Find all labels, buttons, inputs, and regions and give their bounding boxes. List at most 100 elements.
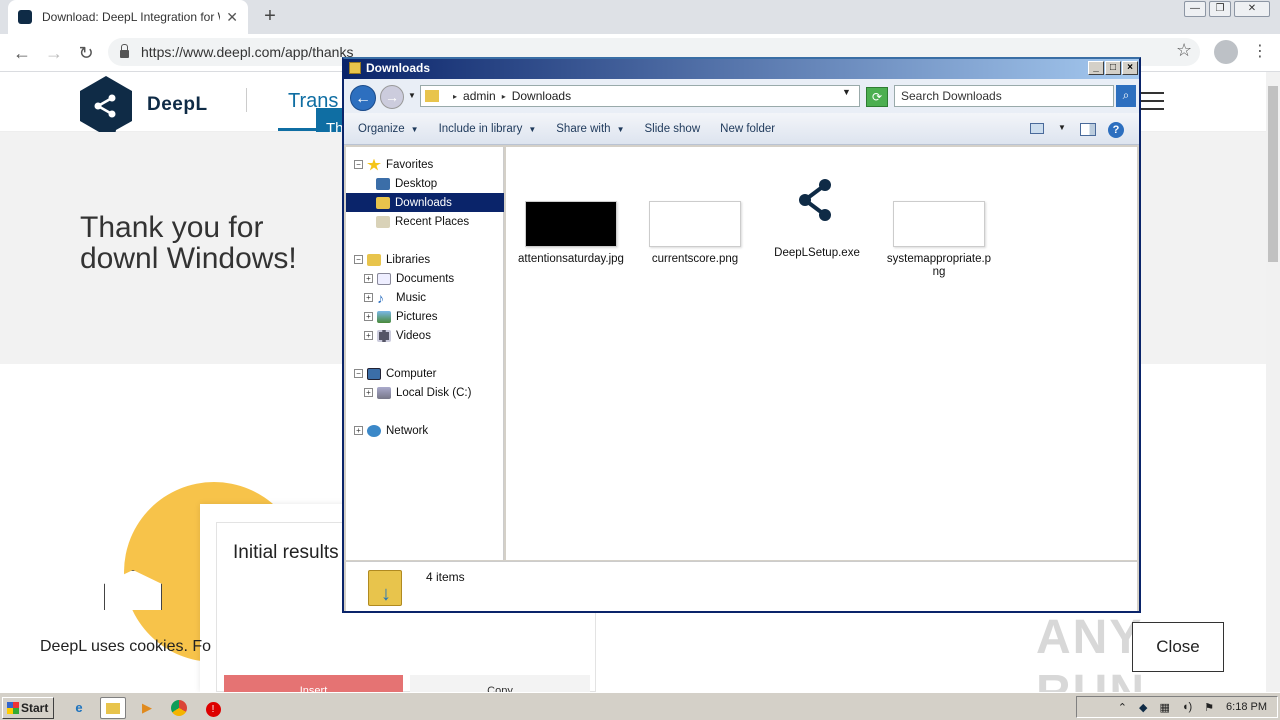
expand-toggle-icon[interactable]: + xyxy=(364,312,373,321)
volume-icon[interactable]: ◖) xyxy=(1182,701,1192,713)
collapse-toggle-icon[interactable]: − xyxy=(354,369,363,378)
explorer-minimize-button[interactable]: _ xyxy=(1088,61,1104,75)
tab-title: Download: DeepL Integration for Wi xyxy=(42,10,221,24)
browser-menu-icon[interactable]: ⋮ xyxy=(1252,40,1268,64)
explorer-search-input[interactable]: Search Downloads xyxy=(894,85,1114,107)
folder-icon xyxy=(425,90,439,102)
breadcrumb-admin[interactable]: admin xyxy=(463,89,496,103)
explorer-back-button[interactable]: ← xyxy=(350,85,376,111)
brand-name[interactable]: DeepL xyxy=(147,94,208,116)
image-thumbnail xyxy=(893,201,985,247)
file-item[interactable]: systemappropriate.png xyxy=(884,201,994,279)
tree-item-network[interactable]: + Network xyxy=(346,421,504,440)
preview-pane-icon[interactable] xyxy=(1080,123,1096,136)
insert-button[interactable]: Insert xyxy=(224,675,403,692)
deepl-tray-icon[interactable]: ◆ xyxy=(1139,701,1147,714)
tree-label: Local Disk (C:) xyxy=(396,386,472,399)
expand-toggle-icon[interactable]: + xyxy=(364,293,373,302)
bookmark-star-icon[interactable]: ☆ xyxy=(1176,40,1192,61)
copy-button[interactable]: Copy xyxy=(410,675,590,692)
change-view-icon[interactable] xyxy=(1030,123,1044,134)
explorer-taskbar-icon[interactable] xyxy=(100,697,126,719)
tree-label: Documents xyxy=(396,272,455,285)
reload-button[interactable]: ↻ xyxy=(74,41,98,65)
tree-item-computer[interactable]: − Computer xyxy=(346,364,504,383)
new-tab-button[interactable]: + xyxy=(258,4,282,28)
media-player-icon[interactable]: ▶ xyxy=(134,697,160,719)
window-minimize-button[interactable]: — xyxy=(1184,1,1206,17)
profile-avatar-icon[interactable] xyxy=(1214,40,1238,64)
expand-toggle-icon[interactable]: + xyxy=(364,331,373,340)
image-thumbnail xyxy=(649,201,741,247)
internet-explorer-icon[interactable]: e xyxy=(66,697,92,719)
tree-item-videos[interactable]: + Videos xyxy=(346,326,504,345)
refresh-icon[interactable]: ⟳ xyxy=(866,87,888,107)
share-with-menu[interactable]: Share with ▼ xyxy=(556,123,624,135)
window-close-button[interactable]: ✕ xyxy=(1234,1,1270,17)
file-name: systemappropriate.png xyxy=(886,253,992,278)
explorer-titlebar[interactable]: Downloads xyxy=(344,59,1139,79)
file-item[interactable]: attentionsaturday.jpg xyxy=(516,201,626,266)
collapse-toggle-icon[interactable]: − xyxy=(354,160,363,169)
cookie-close-button[interactable]: Close xyxy=(1132,622,1224,672)
clock[interactable]: 6:18 PM xyxy=(1226,701,1267,713)
view-dropdown-icon[interactable]: ▼ xyxy=(1058,123,1066,132)
tree-item-libraries[interactable]: − Libraries xyxy=(346,250,504,269)
tree-item-pictures[interactable]: + Pictures xyxy=(346,307,504,326)
breadcrumb-arrow-icon[interactable]: ▸ xyxy=(453,92,457,101)
slide-show-button[interactable]: Slide show xyxy=(645,123,701,135)
explorer-address-bar[interactable]: ▸ admin ▸ Downloads xyxy=(420,85,860,107)
hamburger-menu-icon[interactable] xyxy=(1140,92,1164,110)
explorer-close-button[interactable]: × xyxy=(1122,61,1138,75)
recent-pages-dropdown-icon[interactable]: ▼ xyxy=(408,91,416,100)
deepl-logo-icon[interactable] xyxy=(80,76,132,140)
file-name: currentscore.png xyxy=(651,253,739,265)
navigation-pane: − Favorites Desktop Downloads Recent Plac… xyxy=(346,147,504,560)
start-button[interactable]: Start xyxy=(2,697,54,719)
stop-icon[interactable]: ! xyxy=(200,697,226,719)
computer-icon xyxy=(367,367,381,380)
chrome-icon[interactable] xyxy=(166,697,192,719)
file-list: attentionsaturday.jpg currentscore.png D… xyxy=(506,147,1137,560)
tree-item-documents[interactable]: + Documents xyxy=(346,269,504,288)
music-icon: ♪ xyxy=(377,289,384,306)
browser-tab[interactable]: Download: DeepL Integration for Wi ✕ xyxy=(8,0,248,34)
back-button[interactable]: ← xyxy=(10,41,34,65)
downloads-folder-icon xyxy=(376,196,390,209)
explorer-forward-button[interactable]: → xyxy=(380,85,404,109)
tree-item-favorites[interactable]: − Favorites xyxy=(346,155,504,174)
details-pane: 4 items xyxy=(346,561,1137,611)
organize-menu[interactable]: Organize ▼ xyxy=(358,123,419,135)
show-hidden-icons-icon[interactable]: ⌃ xyxy=(1118,701,1127,714)
share-with-label: Share with xyxy=(556,122,611,135)
explorer-maximize-button[interactable]: □ xyxy=(1105,61,1121,75)
action-center-flag-icon[interactable]: ⚑ xyxy=(1204,701,1214,714)
tree-item-recent-places[interactable]: Recent Places xyxy=(346,212,504,231)
file-item[interactable]: currentscore.png xyxy=(640,201,750,266)
tree-label: Libraries xyxy=(386,253,431,266)
file-item[interactable]: DeepLSetup.exe xyxy=(762,173,872,260)
page-scrollbar-thumb[interactable] xyxy=(1268,86,1278,262)
star-icon xyxy=(367,158,381,171)
tree-item-desktop[interactable]: Desktop xyxy=(346,174,504,193)
search-icon[interactable]: ⌕ xyxy=(1116,85,1136,107)
tab-close-icon[interactable]: ✕ xyxy=(226,9,238,26)
help-icon[interactable]: ? xyxy=(1108,122,1124,138)
expand-toggle-icon[interactable]: + xyxy=(364,388,373,397)
expand-toggle-icon[interactable]: + xyxy=(354,426,363,435)
tree-item-downloads[interactable]: Downloads xyxy=(346,193,504,212)
include-in-library-menu[interactable]: Include in library ▼ xyxy=(439,123,537,135)
new-folder-button[interactable]: New folder xyxy=(720,123,775,135)
network-status-icon[interactable]: ▦ xyxy=(1159,701,1169,714)
folder-icon xyxy=(349,62,361,74)
collapse-toggle-icon[interactable]: − xyxy=(354,255,363,264)
tree-item-music[interactable]: + ♪ Music xyxy=(346,288,504,307)
breadcrumb-arrow-icon[interactable]: ▸ xyxy=(502,92,506,101)
breadcrumb-downloads[interactable]: Downloads xyxy=(512,89,571,103)
window-restore-button[interactable]: ❐ xyxy=(1209,1,1231,17)
expand-toggle-icon[interactable]: + xyxy=(364,274,373,283)
deepl-setup-icon xyxy=(799,179,831,221)
tree-item-local-disk[interactable]: + Local Disk (C:) xyxy=(346,383,504,402)
forward-button[interactable]: → xyxy=(42,41,66,65)
address-dropdown-icon[interactable]: ▼ xyxy=(842,87,851,97)
